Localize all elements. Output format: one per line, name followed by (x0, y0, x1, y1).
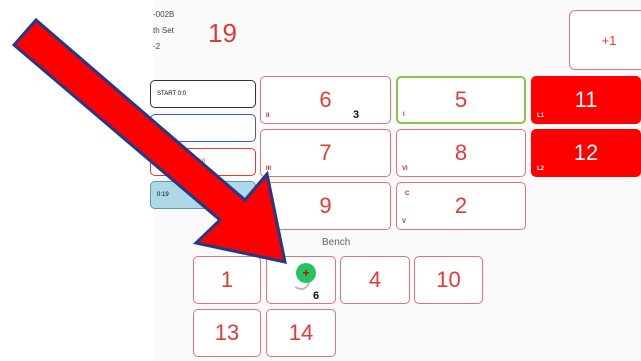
annotation-arrow-icon (11, 17, 287, 264)
